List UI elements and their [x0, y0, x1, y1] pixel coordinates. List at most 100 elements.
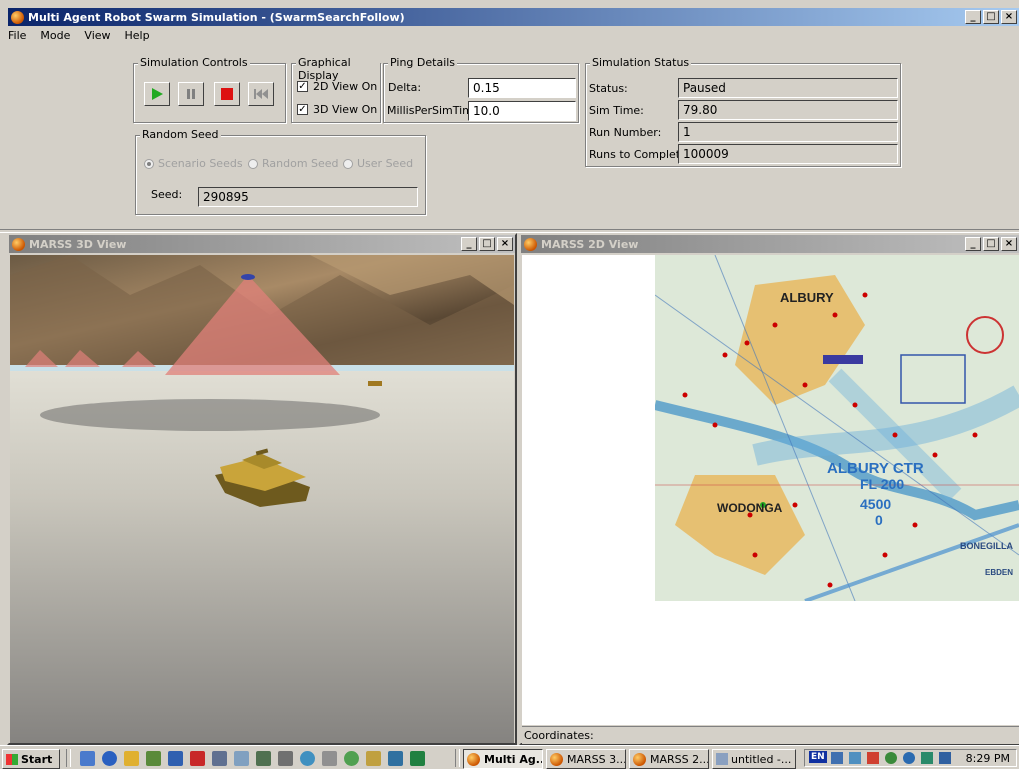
coordinates-label: Coordinates:: [524, 729, 594, 742]
random-seed-radio[interactable]: Random Seed: [248, 157, 339, 170]
map-label-4500: 4500: [860, 496, 891, 512]
delta-label: Delta:: [388, 81, 422, 94]
quicklaunch-separator: [66, 749, 71, 767]
system-tray: EN 8:29 PM: [804, 749, 1017, 767]
tray-network-icon[interactable]: [831, 752, 843, 764]
pause-button[interactable]: [178, 82, 204, 106]
app-icon: [11, 10, 24, 24]
graphical-display-group: Graphical Display ✓ 2D View On ✓ 3D View…: [291, 56, 381, 123]
map-label-zero: 0: [875, 512, 883, 528]
task-multi-agent[interactable]: Multi Ag...: [463, 749, 543, 769]
quicklaunch-acrobat-icon[interactable]: [190, 751, 205, 766]
simulation-status-group: Simulation Status Status: Paused Sim Tim…: [585, 56, 901, 167]
menu-view[interactable]: View: [76, 29, 116, 42]
quicklaunch-app9-icon[interactable]: [410, 751, 425, 766]
quicklaunch-app8-icon[interactable]: [388, 751, 403, 766]
quicklaunch-app2-icon[interactable]: [234, 751, 249, 766]
view3d-maximize-button[interactable]: □: [479, 237, 495, 251]
tray-security-icon[interactable]: [867, 752, 879, 764]
menu-help[interactable]: Help: [117, 29, 156, 42]
task-marss3d-label: MARSS 3...: [567, 752, 626, 766]
app-titlebar[interactable]: Multi Agent Robot Swarm Simulation - (Sw…: [8, 8, 1019, 26]
quicklaunch-explorer-icon[interactable]: [124, 751, 139, 766]
quicklaunch-app3-icon[interactable]: [256, 751, 271, 766]
task-marss3d-icon: [550, 752, 563, 766]
start-button[interactable]: Start: [2, 749, 60, 769]
view2d-checkbox[interactable]: ✓ 2D View On: [297, 80, 377, 93]
quicklaunch-desktop-icon[interactable]: [80, 751, 95, 766]
view3d-check-box: ✓: [297, 104, 308, 115]
task-marss3d[interactable]: MARSS 3...: [546, 749, 626, 769]
tray-app-icon[interactable]: [921, 752, 933, 764]
map-airport-marker: [823, 355, 863, 364]
quicklaunch-app4-icon[interactable]: [300, 751, 315, 766]
close-button[interactable]: ×: [1001, 10, 1017, 24]
user-seed-radio[interactable]: User Seed: [343, 157, 413, 170]
play-button[interactable]: [144, 82, 170, 106]
status-label: Status:: [589, 82, 628, 95]
view2d-minimize-button[interactable]: _: [965, 237, 981, 251]
graphical-display-title: Graphical Display: [296, 56, 380, 82]
map-label-wodonga: WODONGA: [717, 501, 783, 515]
scenario-seeds-radio[interactable]: Scenario Seeds: [144, 157, 243, 170]
view2d-window[interactable]: MARSS 2D View _ □ × ALBURY ALBURY CTR FL…: [519, 233, 1019, 745]
quicklaunch-ie-icon[interactable]: [102, 751, 117, 766]
view3d-minimize-button[interactable]: _: [461, 237, 477, 251]
stop-button[interactable]: [214, 82, 240, 106]
view3d-scene[interactable]: [10, 255, 514, 743]
language-indicator[interactable]: EN: [809, 751, 827, 763]
map-label-fl200: FL 200: [860, 476, 904, 492]
map-label-ebden: EBDEN: [985, 568, 1013, 577]
tray-monitor-icon[interactable]: [939, 752, 951, 764]
maximize-button[interactable]: □: [983, 10, 999, 24]
simtime-label: Sim Time:: [589, 104, 644, 117]
view3d-checkbox[interactable]: ✓ 3D View On: [297, 103, 377, 116]
task-multi-agent-label: Multi Ag...: [484, 752, 543, 766]
tasks-separator: [455, 749, 460, 767]
minimize-button[interactable]: _: [965, 10, 981, 24]
random-seed-title: Random Seed: [140, 128, 221, 141]
view3d-app-icon: [12, 237, 25, 251]
clock[interactable]: 8:29 PM: [966, 752, 1010, 765]
quicklaunch-network-icon[interactable]: [146, 751, 161, 766]
view2d-label: 2D View On: [313, 80, 378, 93]
distant-tank: [368, 381, 382, 386]
quicklaunch-printer-icon[interactable]: [278, 751, 293, 766]
menu-file[interactable]: File: [0, 29, 32, 42]
quicklaunch-app1-icon[interactable]: [212, 751, 227, 766]
view3d-titlebar[interactable]: MARSS 3D View _ □ ×: [9, 235, 515, 253]
start-label: Start: [21, 752, 53, 766]
view3d-close-button[interactable]: ×: [497, 237, 513, 251]
random-seed-radio-dot: [248, 158, 258, 169]
quicklaunch-media-icon[interactable]: [168, 751, 183, 766]
millis-input[interactable]: 10.0: [468, 101, 576, 121]
view2d-close-button[interactable]: ×: [1001, 237, 1017, 251]
map-label-albury-ctr: ALBURY CTR: [827, 460, 924, 477]
map-image[interactable]: ALBURY ALBURY CTR FL 200 4500 0 WODONGA …: [655, 255, 1019, 601]
quicklaunch-app7-icon[interactable]: [366, 751, 381, 766]
tray-volume-icon[interactable]: [849, 752, 861, 764]
task-untitled-label: untitled -...: [731, 752, 792, 766]
seed-value[interactable]: 290895: [198, 187, 418, 207]
app-title: Multi Agent Robot Swarm Simulation - (Sw…: [28, 10, 405, 24]
runs-to-complete-value: 100009: [678, 144, 898, 164]
tray-user-icon[interactable]: [885, 752, 897, 764]
quicklaunch-app6-icon[interactable]: [344, 751, 359, 766]
view2d-title: MARSS 2D View: [541, 237, 639, 251]
rewind-button[interactable]: [248, 82, 274, 106]
task-untitled[interactable]: untitled -...: [712, 749, 796, 769]
scenario-seeds-label: Scenario Seeds: [158, 157, 243, 170]
tray-globe-icon[interactable]: [903, 752, 915, 764]
view2d-maximize-button[interactable]: □: [983, 237, 999, 251]
quicklaunch-app5-icon[interactable]: [322, 751, 337, 766]
run-number-value: 1: [678, 122, 898, 142]
view2d-titlebar[interactable]: MARSS 2D View _ □ ×: [521, 235, 1019, 253]
menu-mode[interactable]: Mode: [32, 29, 76, 42]
simulation-status-title: Simulation Status: [590, 56, 692, 69]
delta-input[interactable]: 0.15: [468, 78, 576, 98]
view3d-label: 3D View On: [313, 103, 378, 116]
task-marss2d[interactable]: MARSS 2...: [629, 749, 709, 769]
view3d-window[interactable]: MARSS 3D View _ □ ×: [7, 233, 517, 745]
windows-logo-icon: [6, 753, 18, 765]
simulation-controls-group: Simulation Controls: [133, 56, 286, 123]
